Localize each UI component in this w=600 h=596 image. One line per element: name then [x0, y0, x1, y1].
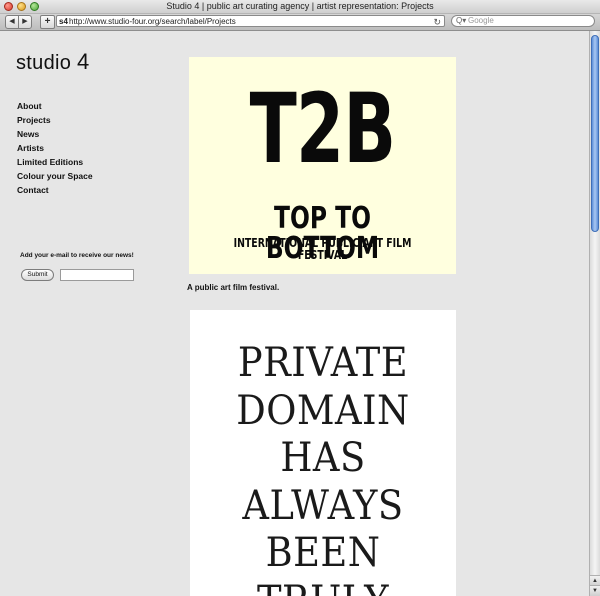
site-favicon-icon: s4	[59, 17, 68, 26]
main-nav: About Projects News Artists Limited Edit…	[17, 99, 93, 197]
back-button[interactable]: ◀	[5, 15, 19, 29]
nav-item-news[interactable]: News	[17, 127, 93, 141]
newsletter-label: Add your e-mail to receive our news!	[20, 252, 134, 259]
poster-line: DOMAIN	[236, 387, 410, 434]
add-bookmark-button[interactable]: +	[40, 15, 55, 29]
poster-line: HAS	[280, 435, 366, 481]
newsletter-email-input[interactable]	[60, 269, 134, 281]
scrollbar-thumb[interactable]	[591, 35, 599, 232]
window-titlebar: Studio 4 | public art curating agency | …	[0, 0, 600, 14]
post-caption: A public art film festival.	[187, 283, 280, 292]
t2b-poster-image[interactable]: T2B TOP TO BOTTOM INTERNATIONAL PUBLIC A…	[189, 57, 456, 274]
poster-line: TRULY	[201, 578, 446, 596]
poster-line: BEEN	[265, 530, 381, 576]
nav-item-colour-your-space[interactable]: Colour your Space	[17, 169, 93, 183]
newsletter-submit-button[interactable]: Submit	[21, 269, 54, 281]
url-text[interactable]: http://www.studio-four.org/search/label/…	[69, 16, 236, 28]
search-placeholder: Google	[468, 16, 494, 25]
poster-title: T2B	[249, 73, 396, 185]
browser-toolbar: ◀ ▶ + s4 http://www.studio-four.org/sear…	[0, 14, 600, 31]
page-viewport: studio 4 About Projects News Artists Lim…	[0, 31, 589, 596]
search-field[interactable]: Q▾ Google	[451, 15, 595, 27]
poster-line: ALWAYS	[242, 482, 404, 529]
poster-text: PRIVATE DOMAIN HAS ALWAYS BEEN TRULY	[190, 340, 456, 596]
nav-item-projects[interactable]: Projects	[17, 113, 93, 127]
poster-tagline: INTERNATIONAL PUBLIC ART FILM FESTIVAL	[233, 236, 412, 262]
scroll-down-arrow-icon[interactable]: ▼	[590, 585, 600, 596]
reload-icon[interactable]: ↻	[433, 16, 441, 28]
forward-button[interactable]: ▶	[18, 15, 32, 29]
poster-line: PRIVATE	[237, 340, 409, 386]
nav-item-about[interactable]: About	[17, 99, 93, 113]
logo-text: studio	[16, 52, 78, 74]
private-domain-poster-image[interactable]: PRIVATE DOMAIN HAS ALWAYS BEEN TRULY	[190, 310, 456, 596]
nav-item-limited-editions[interactable]: Limited Editions	[17, 155, 93, 169]
nav-item-contact[interactable]: Contact	[17, 183, 93, 197]
site-logo[interactable]: studio 4	[16, 49, 90, 75]
search-icon[interactable]: Q▾	[456, 16, 466, 26]
address-bar[interactable]: s4 http://www.studio-four.org/search/lab…	[56, 15, 445, 27]
vertical-scrollbar[interactable]: ▲ ▼	[589, 31, 600, 596]
logo-number: 4	[77, 49, 90, 74]
nav-item-artists[interactable]: Artists	[17, 141, 93, 155]
window-title: Studio 4 | public art curating agency | …	[166, 1, 434, 11]
